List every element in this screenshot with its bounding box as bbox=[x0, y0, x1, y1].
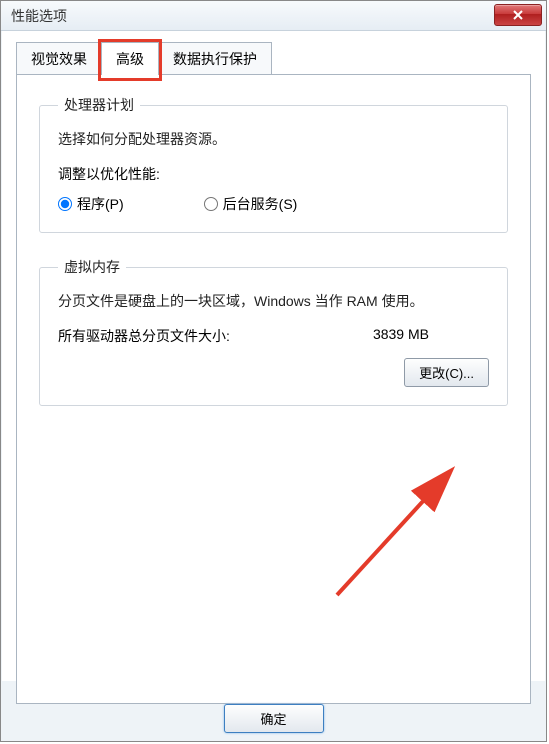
tab-dep[interactable]: 数据执行保护 bbox=[158, 42, 272, 75]
ok-button[interactable]: 确定 bbox=[224, 704, 324, 733]
button-label: 确定 bbox=[260, 712, 286, 727]
radio-group: 程序(P) 后台服务(S) bbox=[58, 194, 489, 214]
tab-label: 视觉效果 bbox=[31, 51, 87, 67]
radio-label: 后台服务(S) bbox=[223, 194, 298, 214]
tab-panel-advanced: 处理器计划 选择如何分配处理器资源。 调整以优化性能: 程序(P) 后台服务(S… bbox=[16, 74, 531, 704]
tab-label: 高级 bbox=[116, 51, 144, 67]
tab-label: 数据执行保护 bbox=[173, 51, 257, 67]
window-title: 性能选项 bbox=[11, 6, 67, 26]
adjust-label: 调整以优化性能: bbox=[58, 164, 489, 184]
radio-programs[interactable]: 程序(P) bbox=[58, 194, 124, 214]
radio-background[interactable]: 后台服务(S) bbox=[204, 194, 298, 214]
vmem-desc: 分页文件是硬盘上的一块区域，Windows 当作 RAM 使用。 bbox=[58, 291, 489, 312]
button-label: 更改(C)... bbox=[419, 366, 474, 381]
titlebar: 性能选项 bbox=[1, 1, 546, 31]
paging-size-row: 所有驱动器总分页文件大小: 3839 MB bbox=[58, 326, 489, 346]
radio-label: 程序(P) bbox=[77, 194, 124, 214]
dialog-footer: 确定 bbox=[1, 704, 546, 733]
processor-desc: 选择如何分配处理器资源。 bbox=[58, 129, 489, 150]
client-area: 视觉效果 高级 数据执行保护 处理器计划 选择如何分配处理器资源。 调整以优化性… bbox=[2, 31, 545, 681]
radio-programs-input[interactable] bbox=[58, 197, 72, 211]
close-button[interactable] bbox=[494, 4, 542, 26]
paging-size-value: 3839 MB bbox=[373, 326, 429, 346]
change-button[interactable]: 更改(C)... bbox=[404, 358, 489, 387]
virtual-memory-group: 虚拟内存 分页文件是硬盘上的一块区域，Windows 当作 RAM 使用。 所有… bbox=[39, 257, 508, 406]
tab-advanced[interactable]: 高级 bbox=[101, 42, 159, 75]
tab-bar: 视觉效果 高级 数据执行保护 bbox=[16, 42, 531, 75]
tab-visual-effects[interactable]: 视觉效果 bbox=[16, 42, 102, 75]
group-legend: 处理器计划 bbox=[58, 95, 140, 115]
processor-scheduling-group: 处理器计划 选择如何分配处理器资源。 调整以优化性能: 程序(P) 后台服务(S… bbox=[39, 95, 508, 233]
group-legend: 虚拟内存 bbox=[58, 257, 126, 277]
annotation-arrow bbox=[317, 465, 497, 605]
performance-options-window: 性能选项 视觉效果 高级 数据执行保护 处理器计划 选择如何分配处理器资源。 bbox=[0, 0, 547, 742]
paging-size-label: 所有驱动器总分页文件大小: bbox=[58, 326, 230, 346]
radio-background-input[interactable] bbox=[204, 197, 218, 211]
close-icon bbox=[512, 9, 524, 21]
